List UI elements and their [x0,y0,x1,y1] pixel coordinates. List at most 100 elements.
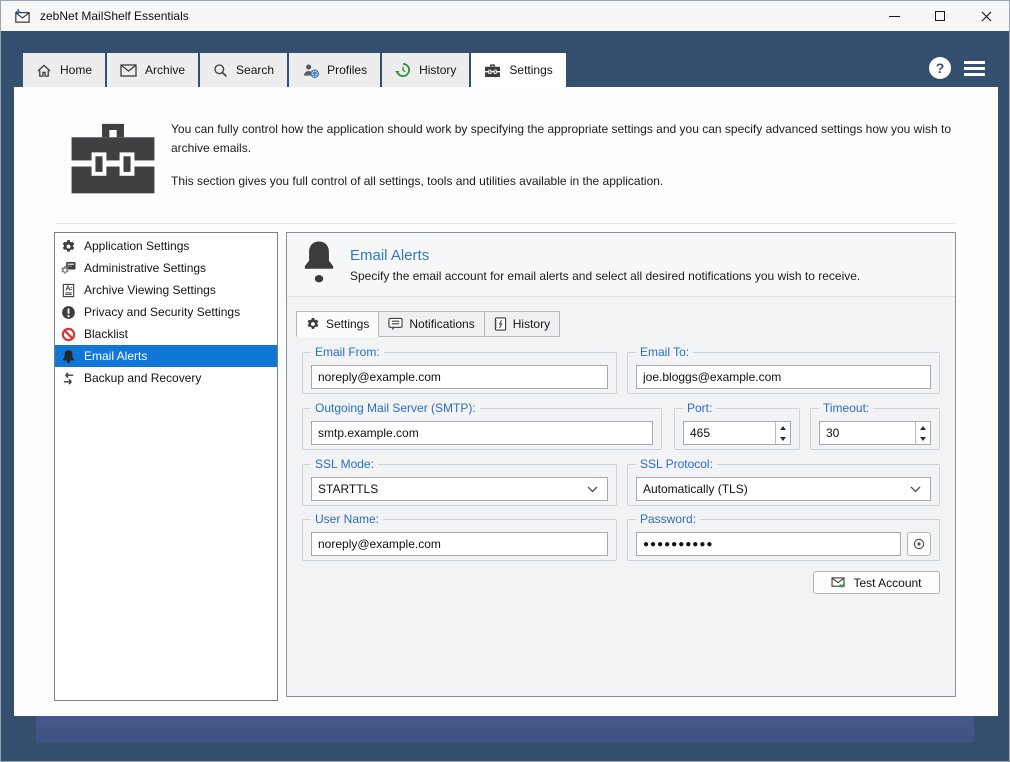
spin-down-button[interactable] [916,433,930,444]
chevron-down-icon [910,486,921,492]
triangle-up-icon [780,425,787,430]
timeout-spinner [915,422,930,444]
envelope-check-icon [831,576,846,588]
bell-large-icon [302,240,336,289]
app-envelope-arrow-icon [13,8,31,24]
ssl-mode-group: SSL Mode: STARTTLS [302,457,617,506]
ssl-protocol-group: SSL Protocol: Automatically (TLS) [627,457,940,506]
smtp-server-label: Outgoing Mail Server (SMTP): [311,401,480,416]
reveal-password-button[interactable] [907,532,931,556]
test-account-label: Test Account [853,575,922,590]
spin-down-button[interactable] [776,433,790,444]
ssl-protocol-label: SSL Protocol: [636,457,717,472]
maximize-icon [935,11,945,21]
header-separator [56,223,956,224]
tab-label: Home [60,63,93,77]
question-mark-icon: ? [935,60,945,76]
app-window: zebNet MailShelf Essentials Home Archive… [0,0,1010,762]
magnifier-icon [214,63,228,77]
hamburger-icon [964,61,985,65]
port-group: Port: [674,401,800,450]
triangle-up-icon [920,425,927,430]
svg-text:A: A [65,285,70,292]
sidebar-item-archive-viewing-settings[interactable]: A Archive Viewing Settings [55,279,277,301]
password-label: Password: [636,512,701,527]
ssl-mode-dropdown[interactable]: STARTTLS [311,477,608,501]
help-button[interactable]: ? [929,57,951,79]
sidebar-item-label: Privacy and Security Settings [84,305,241,319]
settings-category-list: Application Settings Administrative Sett… [54,232,278,701]
ssl-mode-value: STARTTLS [318,482,379,496]
email-alerts-panel: Email Alerts Specify the email account f… [286,232,956,697]
settings-description-line2: This section gives you full control of a… [171,174,664,189]
timeout-group: Timeout: [810,401,940,450]
password-group: Password: [627,512,940,561]
tab-archive[interactable]: Archive [107,53,199,87]
ssl-protocol-value: Automatically (TLS) [643,482,748,496]
settings-description-line1: You can fully control how the applicatio… [171,122,952,155]
subtab-label: History [512,317,551,331]
email-to-group: Email To: [627,345,940,394]
tab-history[interactable]: History [382,53,470,87]
close-button[interactable] [963,1,1009,31]
smtp-server-input[interactable] [312,422,652,444]
close-icon [981,11,991,21]
hamburger-menu-button[interactable] [964,61,985,76]
email-from-input[interactable] [312,366,607,388]
user-name-label: User Name: [311,512,384,527]
password-input[interactable] [637,533,900,555]
toolbox-icon [485,63,501,77]
tab-settings[interactable]: Settings [471,53,566,87]
port-input[interactable] [684,422,776,444]
port-label: Port: [683,401,717,416]
envelope-icon [120,63,137,77]
toolbox-large-icon [69,119,157,202]
sidebar-item-label: Application Settings [84,239,190,253]
tab-home[interactable]: Home [23,53,106,87]
timeout-label: Timeout: [819,401,874,416]
sidebar-item-label: Backup and Recovery [84,371,202,385]
email-to-input[interactable] [637,366,930,388]
tab-profiles[interactable]: Profiles [289,53,381,87]
sidebar-item-email-alerts[interactable]: Email Alerts [55,345,277,367]
sidebar-item-label: Blacklist [84,327,129,341]
sidebar-item-blacklist[interactable]: Blacklist [55,323,277,345]
email-from-group: Email From: [302,345,617,394]
port-spinner [775,422,790,444]
document-a-icon: A [60,283,76,298]
email-from-label: Email From: [311,345,384,360]
exclamation-circle-icon [60,305,76,320]
tab-label: Search [236,63,275,77]
tab-label: Settings [509,63,553,77]
test-account-button[interactable]: Test Account [813,571,940,594]
sidebar-item-administrative-settings[interactable]: Administrative Settings [55,257,277,279]
tab-search[interactable]: Search [200,53,288,87]
subtab-notifications[interactable]: Notifications [378,311,485,337]
window-bottom-accent [36,716,974,743]
panel-description: Specify the email account for email aler… [350,268,861,283]
settings-page: You can fully control how the applicatio… [14,87,998,716]
subtab-history[interactable]: History [483,311,561,337]
minimize-button[interactable] [871,1,917,31]
email-alerts-header: Email Alerts Specify the email account f… [287,233,955,297]
maximize-button[interactable] [917,1,963,31]
sidebar-item-privacy-security-settings[interactable]: Privacy and Security Settings [55,301,277,323]
email-to-label: Email To: [636,345,694,360]
admin-gear-icon [60,261,76,276]
chevron-down-icon [587,486,598,492]
ssl-mode-label: SSL Mode: [311,457,378,472]
sidebar-item-application-settings[interactable]: Application Settings [55,235,277,257]
smtp-server-group: Outgoing Mail Server (SMTP): [302,401,662,450]
spin-up-button[interactable] [916,422,930,433]
subtab-label: Settings [326,317,370,331]
subtab-settings[interactable]: Settings [296,311,380,337]
window-controls [871,1,1009,31]
titlebar: zebNet MailShelf Essentials [1,1,1009,31]
user-name-input[interactable] [312,533,607,555]
sidebar-item-backup-recovery[interactable]: Backup and Recovery [55,367,277,389]
sidebar-item-label: Email Alerts [84,349,148,363]
ssl-protocol-dropdown[interactable]: Automatically (TLS) [636,477,931,501]
gear-icon [307,318,319,329]
timeout-input[interactable] [820,422,916,444]
spin-up-button[interactable] [776,422,790,433]
